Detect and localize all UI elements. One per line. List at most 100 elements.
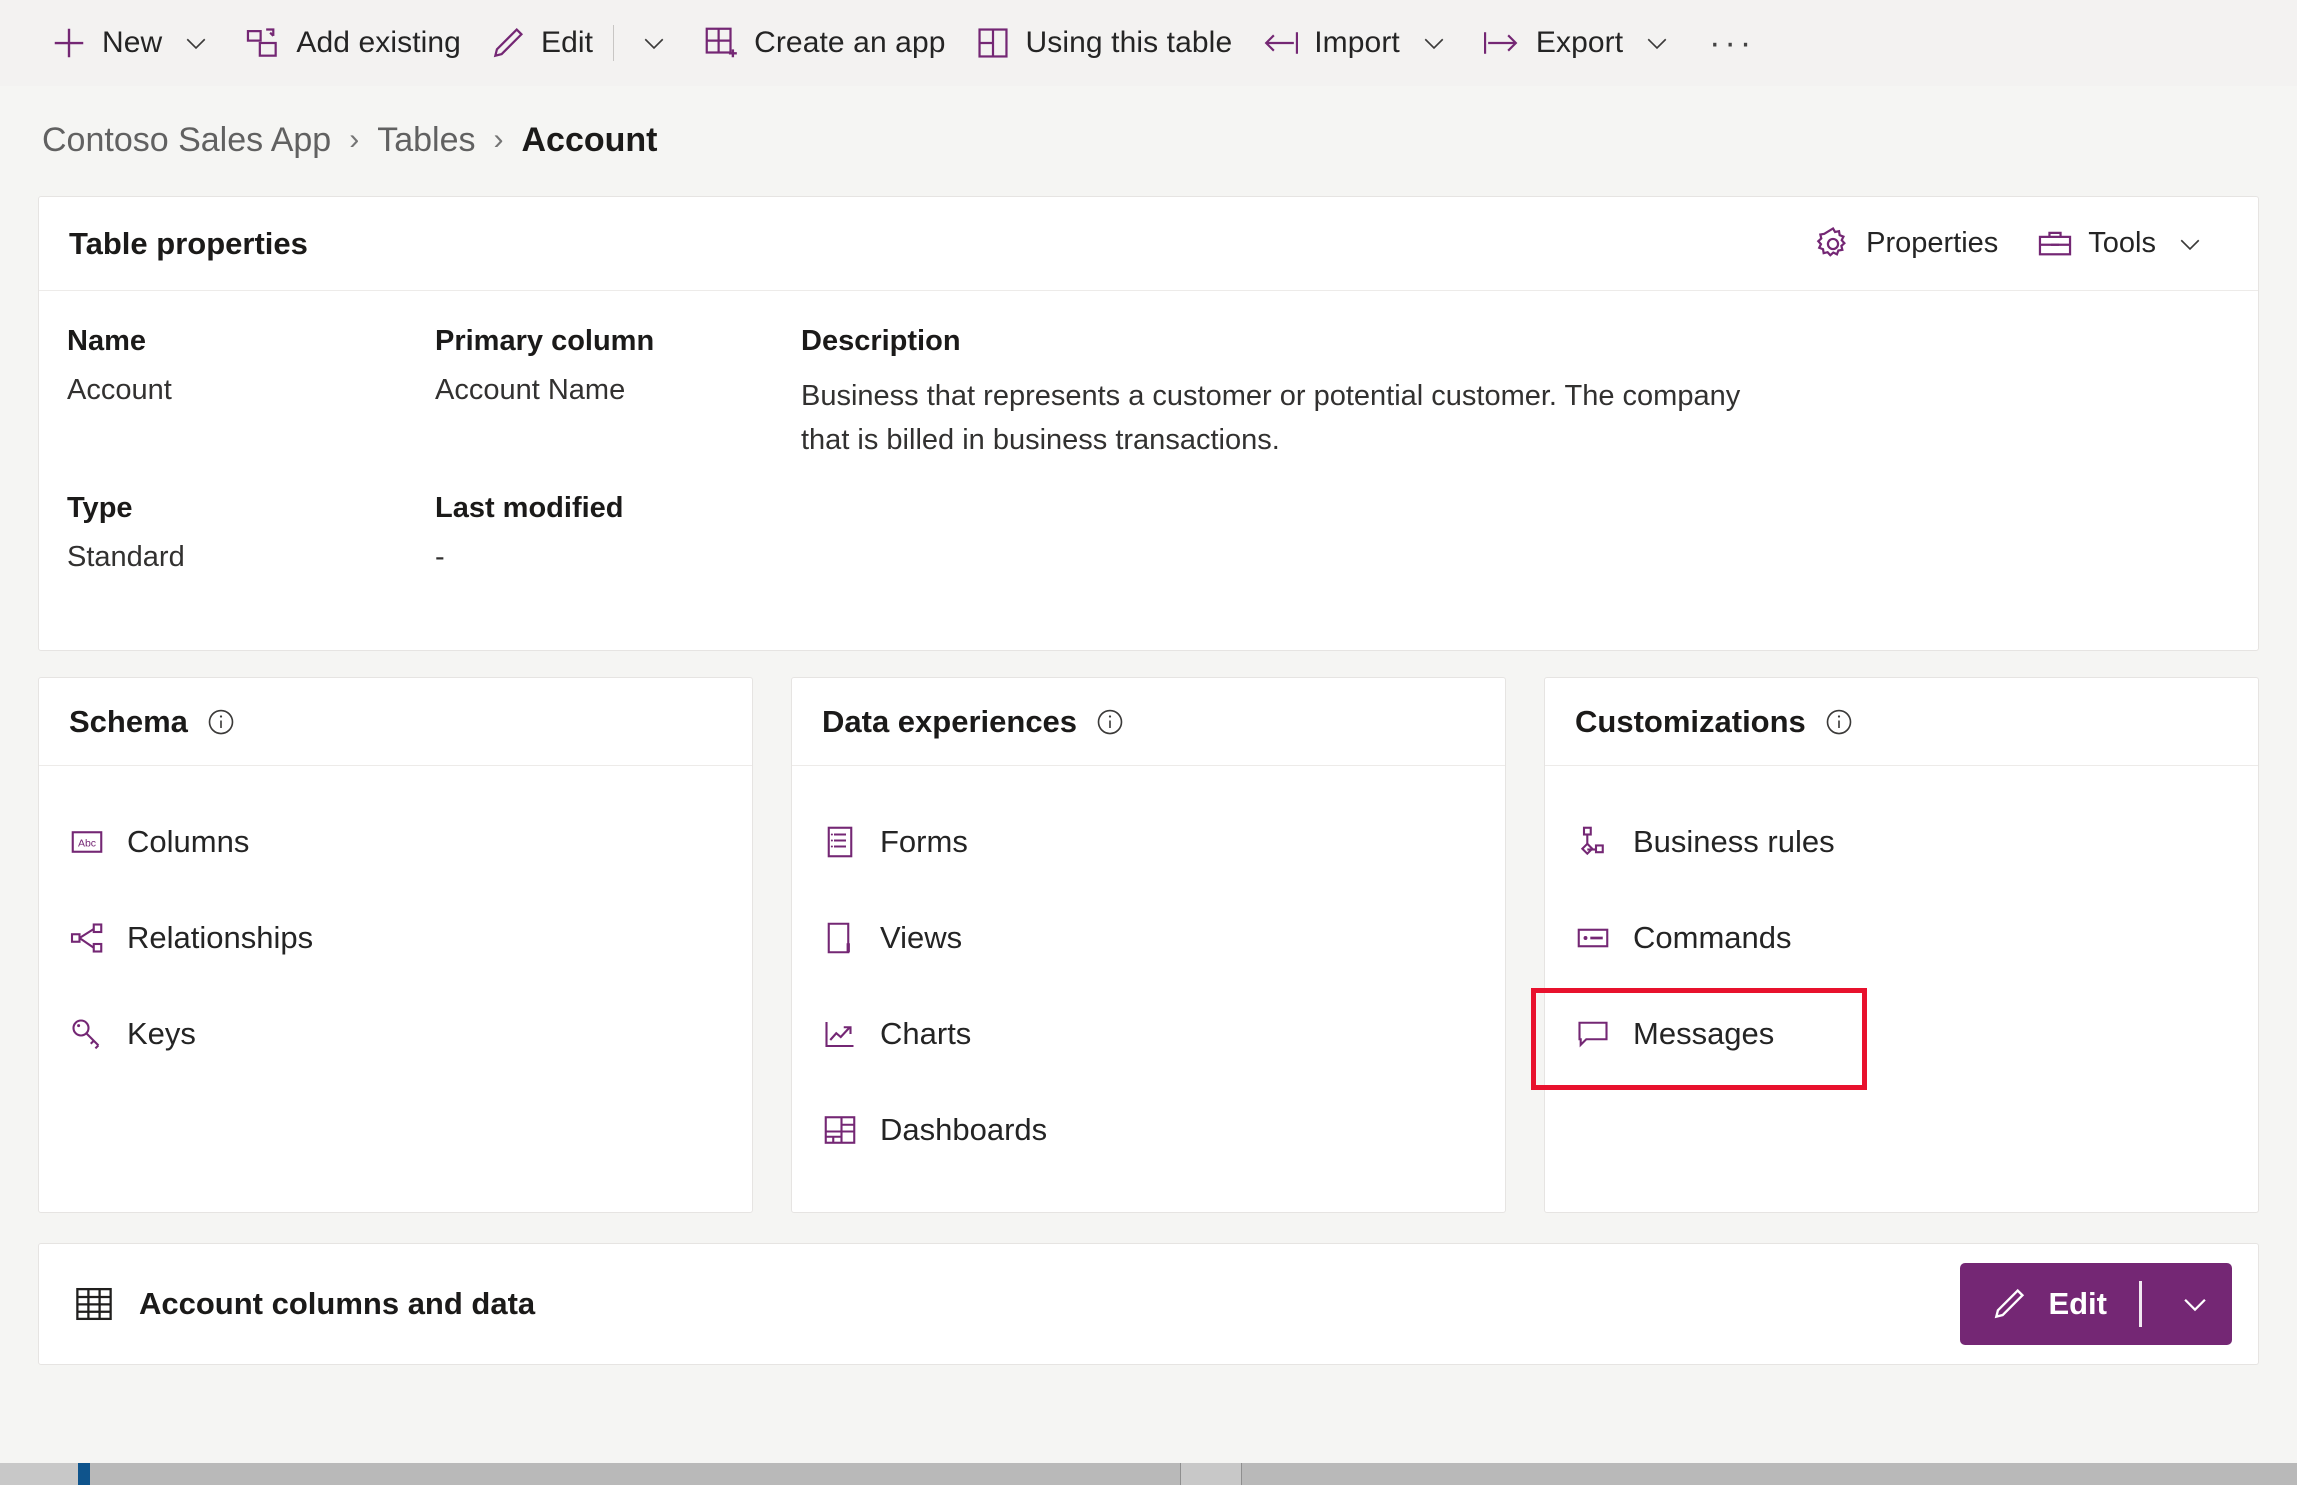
- data-experiences-card-list: Forms Views Charts Dashboards: [792, 766, 1505, 1212]
- schema-item-keys-label: Keys: [127, 1016, 196, 1052]
- data-experiences-item-dashboards[interactable]: Dashboards: [792, 1082, 1505, 1178]
- app-root: New Add existing Edit Create an app Usin…: [0, 0, 2297, 1485]
- breadcrumb: Contoso Sales App › Tables › Account: [38, 86, 2259, 194]
- data-experiences-item-charts[interactable]: Charts: [792, 986, 1505, 1082]
- grid-selected-row-indicator: [78, 1463, 90, 1485]
- data-experiences-item-dashboards-label: Dashboards: [880, 1112, 1048, 1148]
- field-label-last-modified: Last modified: [435, 492, 624, 525]
- form-icon: [822, 824, 858, 860]
- table-grid-icon: [73, 1283, 115, 1325]
- edit-data-button[interactable]: Edit: [1960, 1263, 2232, 1346]
- plus-icon: [50, 24, 88, 62]
- info-icon[interactable]: [1095, 707, 1125, 737]
- edit-data-label: Edit: [2048, 1286, 2107, 1322]
- schema-item-keys[interactable]: Keys: [39, 986, 752, 1082]
- info-icon[interactable]: [1824, 707, 1854, 737]
- customizations-item-messages-label: Messages: [1633, 1016, 1775, 1052]
- command-bar: New Add existing Edit Create an app Usin…: [0, 0, 2297, 86]
- field-value-primary-column: Account Name: [435, 374, 626, 406]
- grid-corner-cell[interactable]: [0, 1463, 78, 1485]
- customizations-item-commands-label: Commands: [1633, 920, 1792, 956]
- export-button[interactable]: Export: [1468, 12, 1691, 74]
- using-table-icon: [974, 24, 1012, 62]
- customizations-item-business-rules-label: Business rules: [1633, 824, 1835, 860]
- data-experiences-item-views[interactable]: Views: [792, 890, 1505, 986]
- grid-header-segment[interactable]: [1242, 1463, 2242, 1485]
- pencil-icon: [489, 24, 527, 62]
- grid-header-segment[interactable]: [1181, 1463, 1241, 1485]
- schema-card-title: Schema: [69, 703, 188, 739]
- tools-button[interactable]: Tools: [2020, 216, 2226, 272]
- field-label-primary-column: Primary column: [435, 325, 655, 357]
- data-experiences-item-forms[interactable]: Forms: [792, 794, 1505, 890]
- views-icon: [822, 920, 858, 956]
- data-experiences-item-views-label: Views: [880, 920, 963, 956]
- gear-icon: [1814, 225, 1852, 263]
- table-properties-body: Name Primary column Description Account …: [39, 291, 2258, 650]
- schema-card-list: Abc Columns Relationships Keys: [39, 766, 752, 1134]
- field-label-name: Name: [67, 325, 146, 357]
- field-value-name: Account: [67, 374, 172, 406]
- create-an-app-button[interactable]: Create an app: [688, 12, 959, 74]
- customizations-item-business-rules[interactable]: Business rules: [1545, 794, 2258, 890]
- new-label: New: [102, 26, 163, 59]
- schema-item-relationships[interactable]: Relationships: [39, 890, 752, 986]
- field-value-type: Standard: [67, 541, 185, 574]
- more-commands-button[interactable]: ···: [1691, 26, 1773, 60]
- breadcrumb-item-app[interactable]: Contoso Sales App: [42, 121, 331, 160]
- import-label: Import: [1314, 26, 1400, 59]
- breadcrumb-separator-icon: ›: [349, 123, 360, 156]
- grid-header-segment[interactable]: [90, 1463, 1180, 1485]
- edit-button[interactable]: Edit: [475, 12, 688, 74]
- field-value-description: Business that represents a customer or p…: [801, 380, 1741, 457]
- using-this-table-button[interactable]: Using this table: [960, 12, 1247, 74]
- data-experiences-card-title: Data experiences: [822, 703, 1078, 739]
- toolbox-icon: [2036, 225, 2074, 263]
- properties-label: Properties: [1866, 227, 1999, 259]
- chevron-down-icon[interactable]: [176, 23, 216, 63]
- data-grid-strip: [0, 1463, 2297, 1485]
- data-experiences-card-header: Data experiences: [792, 678, 1505, 767]
- schema-card: Schema Abc Columns Relationships Keys: [38, 677, 753, 1214]
- page-content: Contoso Sales App › Tables › Account Tab…: [0, 86, 2297, 1366]
- data-experiences-card: Data experiences Forms Views Charts Dash…: [791, 677, 1506, 1214]
- commands-icon: [1575, 920, 1611, 956]
- relationships-icon: [69, 920, 105, 956]
- schema-item-columns[interactable]: Abc Columns: [39, 794, 752, 890]
- chevron-down-icon[interactable]: [634, 23, 674, 63]
- import-button[interactable]: Import: [1246, 12, 1468, 74]
- customizations-card-title: Customizations: [1575, 703, 1806, 739]
- customizations-card: Customizations Business rules Commands M…: [1531, 677, 2259, 1214]
- chevron-down-icon[interactable]: [2170, 224, 2210, 264]
- edit-split-divider: [613, 25, 615, 61]
- new-button[interactable]: New: [36, 12, 230, 74]
- abc-icon: Abc: [69, 824, 105, 860]
- chart-icon: [822, 1016, 858, 1052]
- breadcrumb-separator-icon: ›: [493, 123, 504, 156]
- table-properties-header: Table properties Properties Tools: [39, 197, 2258, 291]
- export-label: Export: [1535, 26, 1624, 59]
- info-icon[interactable]: [206, 707, 236, 737]
- breadcrumb-item-tables[interactable]: Tables: [377, 121, 475, 160]
- add-existing-label: Add existing: [296, 26, 461, 59]
- chevron-down-icon[interactable]: [1414, 23, 1454, 63]
- schema-item-relationships-label: Relationships: [127, 920, 314, 956]
- field-label-type: Type: [67, 492, 133, 525]
- pencil-icon: [1990, 1285, 2028, 1323]
- create-app-icon: [702, 24, 740, 62]
- customizations-item-messages[interactable]: Messages: [1531, 986, 2258, 1091]
- chevron-down-icon[interactable]: [2162, 1287, 2228, 1321]
- add-existing-button[interactable]: Add existing: [230, 12, 475, 74]
- import-icon: [1260, 24, 1300, 62]
- dashboard-icon: [822, 1112, 858, 1148]
- customizations-item-commands[interactable]: Commands: [1545, 890, 2258, 986]
- using-this-table-label: Using this table: [1025, 26, 1233, 59]
- customizations-card-list: Business rules Commands Messages: [1531, 766, 2258, 1134]
- chevron-down-icon[interactable]: [1637, 23, 1677, 63]
- schema-card-header: Schema: [39, 678, 752, 767]
- properties-button[interactable]: Properties: [1798, 217, 2014, 271]
- add-existing-icon: [244, 24, 282, 62]
- customizations-card-header: Customizations: [1545, 678, 2258, 767]
- key-icon: [69, 1016, 105, 1052]
